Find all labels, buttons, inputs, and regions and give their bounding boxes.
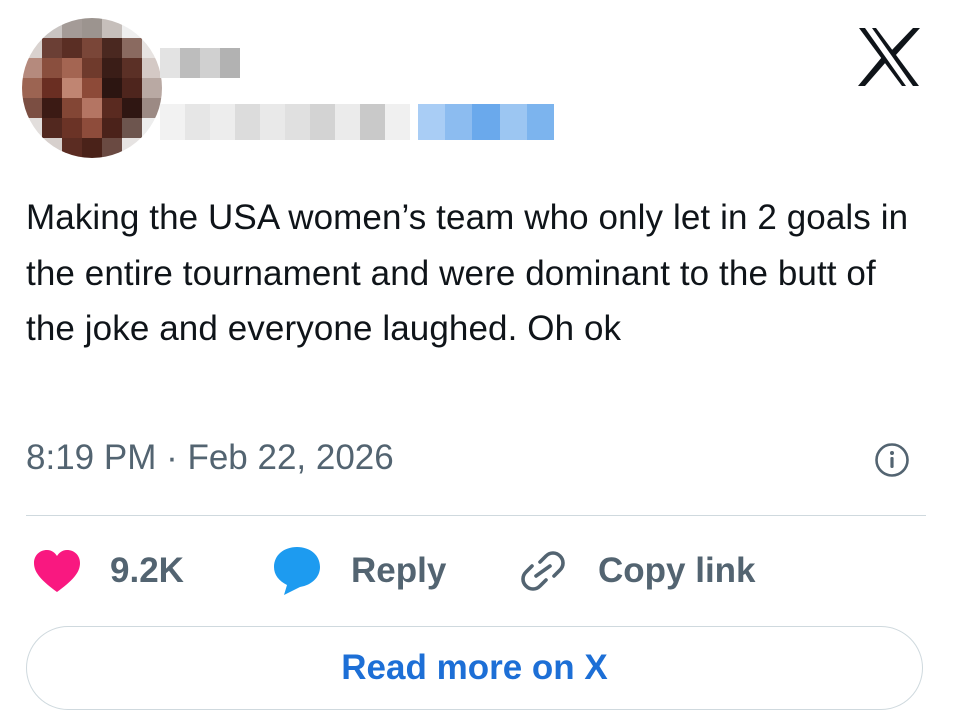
heart-icon[interactable] [32, 548, 82, 594]
copy-link-button[interactable]: Copy link [598, 548, 756, 594]
avatar[interactable] [22, 18, 162, 158]
reply-bubble-icon[interactable] [270, 543, 324, 597]
follow-link-redacted[interactable] [418, 104, 555, 140]
user-display-name-redacted[interactable] [160, 48, 240, 78]
tweet-text: Making the USA women’s team who only let… [26, 198, 909, 348]
reply-button[interactable]: Reply [351, 548, 446, 594]
divider [26, 515, 926, 516]
x-logo-icon[interactable] [856, 26, 922, 88]
read-more-button[interactable]: Read more on X [26, 626, 923, 710]
link-icon[interactable] [518, 548, 568, 594]
tweet-timestamp[interactable]: 8:19 PM · Feb 22, 2026 [26, 434, 394, 482]
user-handle-redacted[interactable] [160, 104, 410, 140]
tweet-embed-card: Making the USA women’s team who only let… [0, 0, 960, 726]
like-count[interactable]: 9.2K [110, 548, 184, 594]
info-icon[interactable] [874, 442, 910, 478]
